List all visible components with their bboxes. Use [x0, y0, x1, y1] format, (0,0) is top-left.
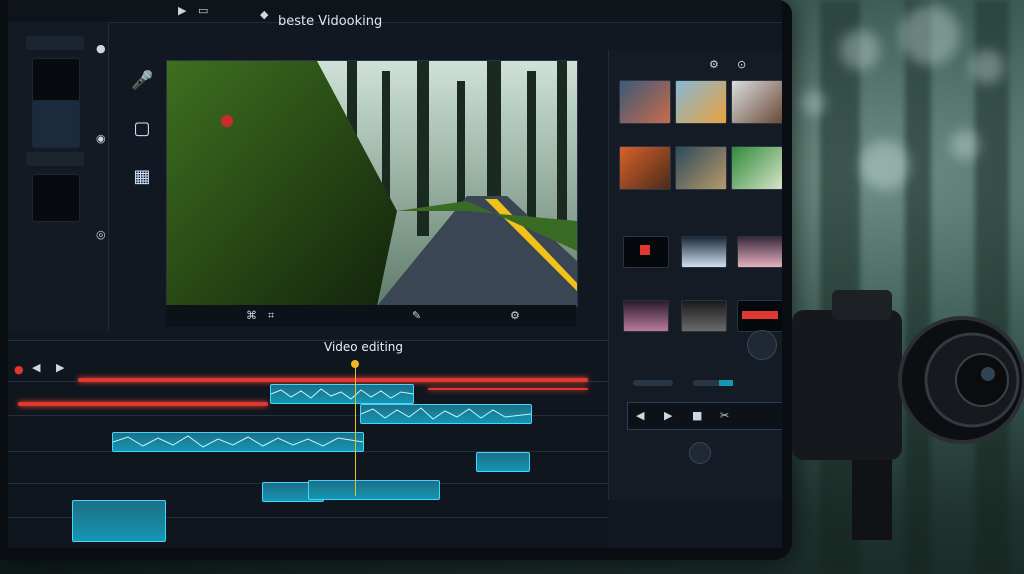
effect-tile[interactable] — [681, 300, 727, 332]
rewind-icon[interactable]: ◀ — [636, 409, 644, 422]
left-rail: ● ◉ ◎ — [8, 22, 109, 332]
effect-tile[interactable] — [623, 300, 669, 332]
audio-clip[interactable] — [112, 432, 364, 452]
red-marker-track[interactable] — [428, 388, 588, 390]
media-thumb[interactable] — [675, 146, 727, 190]
volume-knob[interactable] — [747, 330, 777, 360]
timeline-title: Video editing — [324, 340, 404, 354]
dot-icon[interactable]: ● — [96, 42, 106, 55]
dot-icon[interactable]: ◉ — [96, 132, 106, 145]
rail-tile[interactable] — [32, 174, 80, 222]
tool-column: 🎤 ▢ ▦ — [113, 60, 163, 320]
media-panel: ⚙ ⊙ ◀ ▶ ■ ✂ — [608, 50, 782, 500]
editor-screen: ▶ ▭ ◆ beste Vidooking ● ◉ ◎ 🎤 ▢ ▦ ⌘ ⌗ ✎ … — [8, 0, 782, 548]
app-title: beste Vidooking — [278, 14, 383, 29]
camera — [792, 290, 1024, 540]
loop-icon[interactable]: ⚙ — [510, 309, 520, 322]
media-thumb[interactable] — [731, 80, 782, 124]
media-thumb[interactable] — [675, 80, 727, 124]
transport-bar: ◀ ▶ ■ ✂ — [627, 402, 782, 430]
video-clip[interactable] — [270, 384, 414, 404]
scissors-icon[interactable]: ✂ — [720, 409, 729, 422]
video-clip[interactable] — [308, 480, 440, 500]
camera-icon — [792, 290, 1024, 540]
level-slider[interactable] — [693, 380, 733, 386]
red-marker-track[interactable] — [18, 402, 268, 406]
dot-icon[interactable]: ◎ — [96, 228, 106, 241]
effect-tile[interactable] — [623, 236, 669, 268]
grid-icon[interactable]: ▦ — [131, 166, 153, 188]
window-icon[interactable]: ▭ — [198, 4, 208, 17]
viewer-controls: ⌘ ⌗ ✎ ⚙ — [166, 305, 576, 327]
audio-clip[interactable] — [360, 404, 532, 424]
red-marker-track[interactable] — [78, 378, 588, 382]
media-thumb[interactable] — [731, 146, 782, 190]
record-icon[interactable]: ● — [14, 363, 24, 376]
audio-clip[interactable] — [476, 452, 530, 472]
search-icon[interactable]: ⊙ — [737, 58, 746, 71]
effect-tile[interactable] — [737, 236, 782, 268]
media-thumb[interactable] — [619, 80, 671, 124]
zoom-icon[interactable]: ⌘ — [246, 309, 257, 322]
mute-icon[interactable]: ◀ — [32, 361, 40, 374]
forest-road-preview — [167, 61, 577, 306]
top-toolbar: ▶ ▭ ◆ — [8, 0, 782, 23]
pen-icon[interactable]: ✎ — [412, 309, 421, 322]
play-icon[interactable]: ▶ — [664, 409, 672, 422]
stop-icon[interactable]: ■ — [692, 409, 702, 422]
effect-tile[interactable] — [681, 236, 727, 268]
volume-knob[interactable] — [689, 442, 711, 464]
media-thumb[interactable] — [619, 146, 671, 190]
rail-button[interactable] — [26, 36, 84, 50]
preview-viewer[interactable] — [166, 60, 578, 307]
video-clip[interactable] — [72, 500, 166, 542]
app-icon: ◆ — [260, 8, 269, 21]
level-slider[interactable] — [633, 380, 673, 386]
frame-icon[interactable]: ▢ — [131, 118, 153, 140]
effect-tile[interactable] — [737, 300, 782, 332]
rail-tile[interactable] — [32, 58, 80, 106]
playhead[interactable] — [355, 362, 356, 496]
play-icon[interactable]: ▶ — [56, 361, 64, 374]
gear-icon[interactable]: ⚙ — [709, 58, 719, 71]
rail-tile[interactable] — [32, 100, 80, 148]
grid-icon[interactable]: ⌗ — [268, 309, 274, 323]
rail-button[interactable] — [26, 152, 84, 166]
mic-icon[interactable]: 🎤 — [131, 70, 153, 92]
playhead-handle[interactable] — [351, 360, 359, 368]
monitor: ▶ ▭ ◆ beste Vidooking ● ◉ ◎ 🎤 ▢ ▦ ⌘ ⌗ ✎ … — [0, 0, 792, 560]
play-icon[interactable]: ▶ — [178, 4, 186, 17]
